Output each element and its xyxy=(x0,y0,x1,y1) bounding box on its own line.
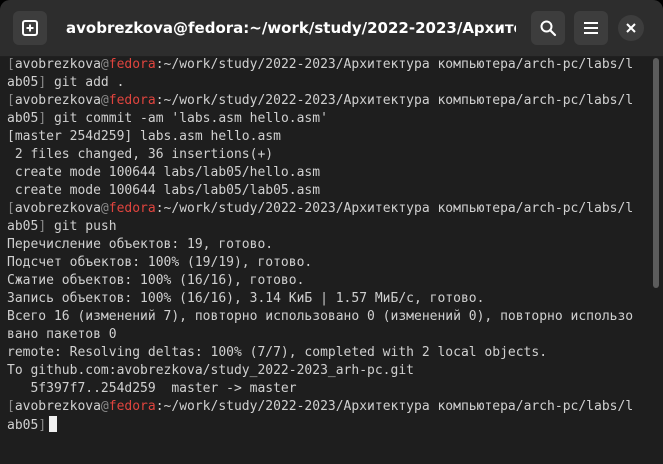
output-line: create mode 100644 labs/lab05/lab05.asm xyxy=(7,183,321,198)
prompt-host: fedora xyxy=(108,399,156,414)
prompt-user: avobrezkova xyxy=(14,57,101,72)
output-line: 5f397f7..254d259 master -> master xyxy=(7,381,297,396)
output-line: Подсчет объектов: 100% (19/19), готово. xyxy=(7,255,313,270)
output-line: вано пакетов 0 xyxy=(7,327,117,342)
title-bar: avobrezkova@fedora:~/work/study/2022-202… xyxy=(0,0,663,57)
output-line: 2 files changed, 36 insertions(+) xyxy=(7,147,274,162)
prompt-path: :~/work/study/2022-2023/Архитектура комп… xyxy=(155,93,634,108)
output-line: To github.com:avobrezkova/study_2022-202… xyxy=(7,363,414,378)
output-line: [master 254d259] labs.asm hello.asm xyxy=(7,129,281,144)
output-line: Запись объектов: 100% (16/16), 3.14 КиБ … xyxy=(7,291,485,306)
prompt-line: [avobrezkova@fedora:~/work/study/2022-20… xyxy=(7,56,650,74)
new-tab-button[interactable] xyxy=(13,11,47,45)
prompt-host: fedora xyxy=(108,57,156,72)
prompt-at: @ xyxy=(100,399,109,414)
prompt-at: @ xyxy=(100,57,109,72)
prompt-bracket: [ xyxy=(7,93,15,108)
command-line: ab05] git commit -am 'labs.asm hello.asm… xyxy=(7,110,650,128)
command-text: git add . xyxy=(46,75,125,90)
output-line: Сжатие объектов: 100% (16/16), готово. xyxy=(7,273,305,288)
prompt-host: fedora xyxy=(108,201,156,216)
search-icon xyxy=(540,20,557,37)
close-icon xyxy=(626,23,636,33)
output-line: create mode 100644 labs/lab05/hello.asm xyxy=(7,165,321,180)
menu-button[interactable] xyxy=(574,11,608,45)
prompt-user: avobrezkova xyxy=(14,201,101,216)
scrollbar[interactable] xyxy=(653,58,659,462)
prompt-bracket: [ xyxy=(7,201,15,216)
prompt-path-cont: ab05 xyxy=(7,219,39,234)
prompt-bracket: [ xyxy=(7,399,15,414)
close-button[interactable] xyxy=(618,15,644,41)
prompt-bracket-close: ] xyxy=(38,418,47,433)
hamburger-menu-icon xyxy=(584,22,598,34)
scrollbar-thumb[interactable] xyxy=(653,58,659,288)
prompt-line: [avobrezkova@fedora:~/work/study/2022-20… xyxy=(7,92,650,110)
prompt-path-cont: ab05 xyxy=(7,111,39,126)
prompt-path-cont: ab05 xyxy=(7,418,39,433)
prompt-at: @ xyxy=(100,201,109,216)
prompt-path: :~/work/study/2022-2023/Архитектура комп… xyxy=(155,57,634,72)
output-line: remote: Resolving deltas: 100% (7/7), co… xyxy=(7,345,548,360)
command-text: git push xyxy=(46,219,117,234)
prompt-at: @ xyxy=(100,93,109,108)
prompt-path: :~/work/study/2022-2023/Архитектура комп… xyxy=(155,201,634,216)
command-line: ab05] git push xyxy=(7,218,650,236)
prompt-user: avobrezkova xyxy=(14,399,101,414)
window-title: avobrezkova@fedora:~/work/study/2022-202… xyxy=(66,19,516,37)
text-cursor xyxy=(49,416,58,432)
command-text: git commit -am 'labs.asm hello.asm' xyxy=(46,111,328,126)
prompt-path: :~/work/study/2022-2023/Архитектура комп… xyxy=(155,399,634,414)
active-command-line[interactable]: ab05] xyxy=(7,416,650,434)
prompt-bracket-close: ] xyxy=(38,75,47,90)
prompt-bracket-close: ] xyxy=(38,111,47,126)
output-line: Всего 16 (изменений 7), повторно использ… xyxy=(7,309,634,324)
prompt-host: fedora xyxy=(108,93,156,108)
output-line: Перечисление объектов: 19, готово. xyxy=(7,237,274,252)
search-button[interactable] xyxy=(531,11,565,45)
prompt-line: [avobrezkova@fedora:~/work/study/2022-20… xyxy=(7,398,650,416)
prompt-bracket: [ xyxy=(7,57,15,72)
prompt-user: avobrezkova xyxy=(14,93,101,108)
command-line: ab05] git add . xyxy=(7,74,650,92)
terminal-output[interactable]: [avobrezkova@fedora:~/work/study/2022-20… xyxy=(0,56,650,464)
prompt-path-cont: ab05 xyxy=(7,75,39,90)
terminal-window: avobrezkova@fedora:~/work/study/2022-202… xyxy=(0,0,663,464)
prompt-bracket-close: ] xyxy=(38,219,47,234)
new-tab-icon xyxy=(22,20,38,36)
prompt-line: [avobrezkova@fedora:~/work/study/2022-20… xyxy=(7,200,650,218)
